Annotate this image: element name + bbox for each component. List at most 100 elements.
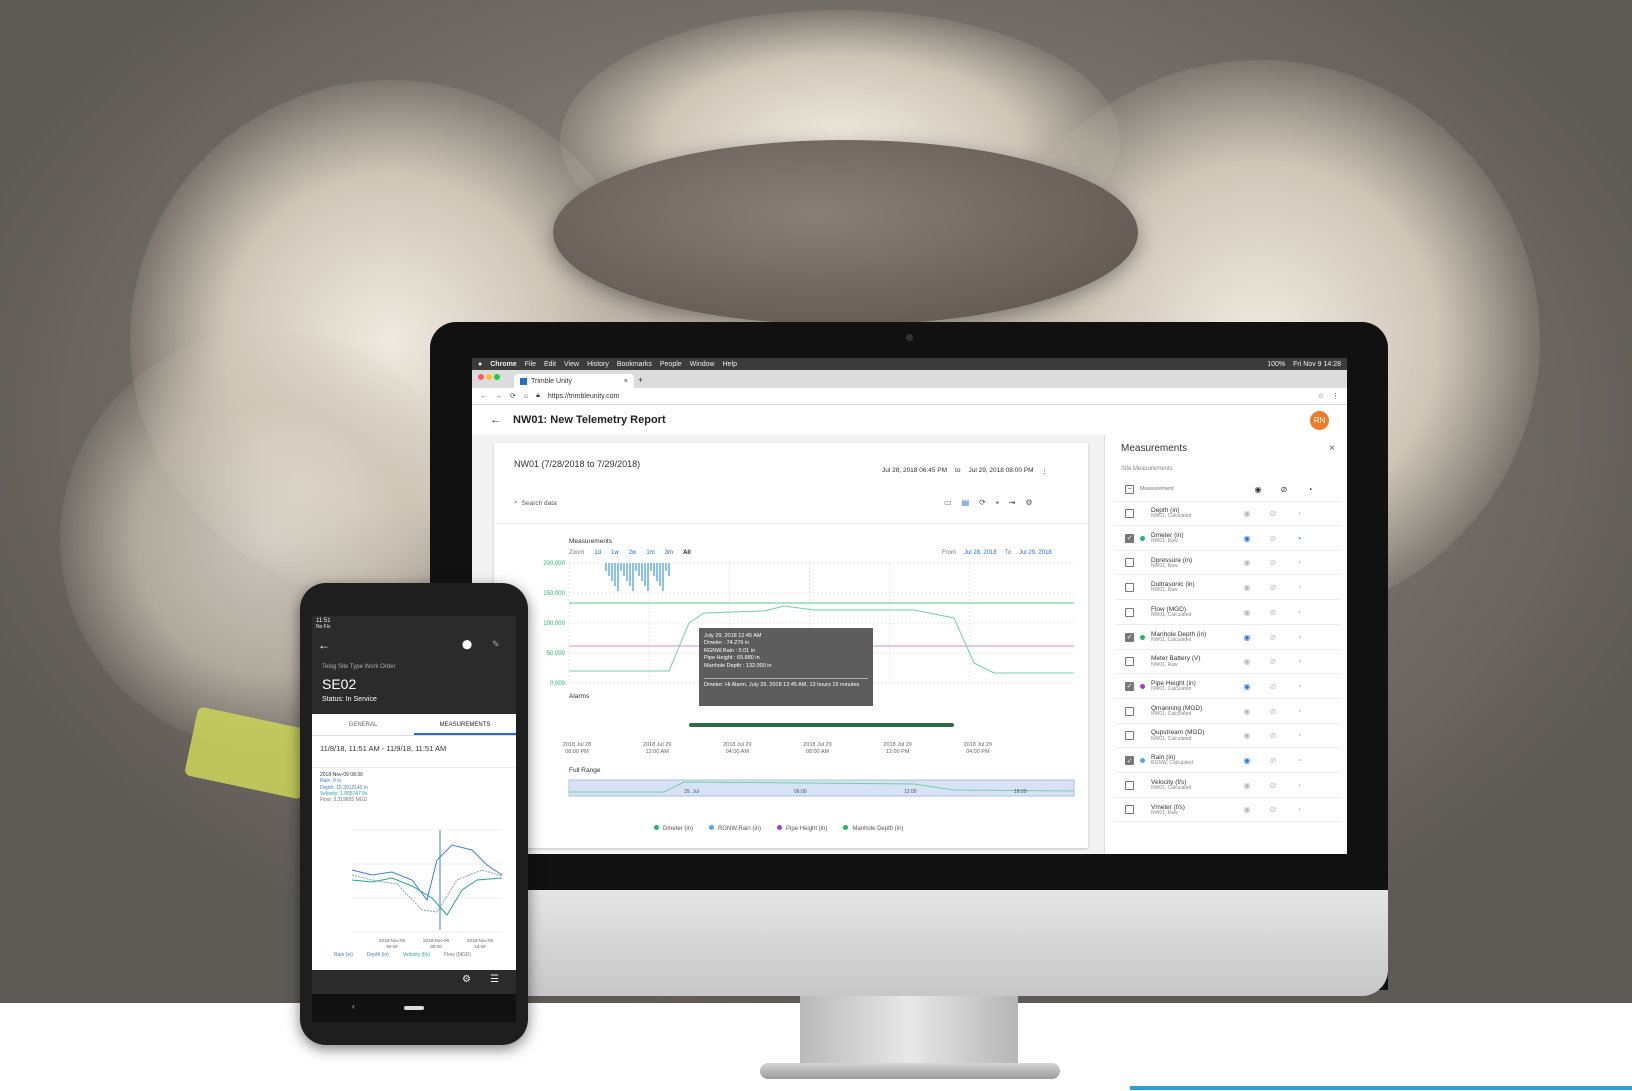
- back-icon[interactable]: ←: [480, 393, 487, 400]
- eye-icon[interactable]: ◉: [1248, 485, 1268, 494]
- home-icon[interactable]: ⌂: [524, 393, 528, 400]
- browser-tab[interactable]: Trimble Unity ×: [514, 374, 634, 388]
- telemetry-chart[interactable]: 200.000 150.000 100.000 50.000 0.000 2018 Jul…: [494, 558, 1088, 854]
- refresh-icon[interactable]: ⟳: [979, 498, 986, 507]
- legend-item[interactable]: RGNW.Rain (in): [709, 825, 761, 832]
- measurement-checkbox[interactable]: [1125, 583, 1134, 593]
- bell-icon[interactable]: ◔: [1289, 682, 1309, 691]
- bell-icon[interactable]: ◔: [1289, 633, 1309, 642]
- bell-icon[interactable]: ◔: [1289, 781, 1309, 790]
- measurement-row[interactable]: ✓ Pipe Height (in) NW01, Calculated ◉ ⊘ ◔: [1115, 675, 1340, 699]
- apple-icon[interactable]: ●: [478, 361, 482, 368]
- hide-icon[interactable]: ⊘: [1263, 583, 1283, 592]
- menu-item[interactable]: People: [660, 361, 682, 368]
- chart-view-icon[interactable]: ▤: [962, 498, 970, 507]
- hide-icon[interactable]: ⊘: [1263, 731, 1283, 740]
- bell-icon[interactable]: ◔: [1289, 509, 1309, 518]
- menu-item[interactable]: View: [564, 361, 579, 368]
- eye-icon[interactable]: ◉: [1237, 633, 1257, 642]
- bell-icon[interactable]: ◔: [1289, 608, 1309, 617]
- bell-icon[interactable]: ◔: [1289, 657, 1309, 666]
- measurement-checkbox[interactable]: [1125, 509, 1134, 518]
- measurement-checkbox[interactable]: ✓: [1125, 533, 1134, 543]
- measurement-checkbox[interactable]: [1125, 706, 1134, 716]
- measurement-row[interactable]: Qmanning (MGD) NW01, Calculated ◉ ⊘ ◔: [1115, 700, 1340, 724]
- measurement-row[interactable]: Qupstream (MGD) NW01, Calculated ◉ ⊘ ◔: [1115, 724, 1340, 749]
- bell-icon[interactable]: ◔: [1289, 558, 1309, 567]
- measurement-checkbox[interactable]: [1125, 558, 1134, 568]
- zoom-option[interactable]: 1w: [611, 550, 619, 556]
- search-input[interactable]: Search data: [522, 500, 557, 507]
- hide-icon[interactable]: ⊘: [1263, 707, 1283, 716]
- zoom-option[interactable]: 2w: [629, 550, 637, 556]
- star-icon[interactable]: ☆: [1318, 392, 1324, 400]
- eye-icon[interactable]: ◉: [1237, 781, 1257, 790]
- menu-item[interactable]: File: [525, 361, 536, 368]
- hide-icon[interactable]: ⊘: [1263, 509, 1283, 518]
- bell-icon[interactable]: ◔: [1289, 756, 1309, 765]
- table-view-icon[interactable]: ▭: [944, 498, 952, 507]
- legend-item[interactable]: Pipe Height (in): [777, 825, 827, 832]
- menu-item[interactable]: Window: [690, 361, 715, 368]
- browser-menu-icon[interactable]: ⋮: [1332, 392, 1339, 400]
- measurement-row[interactable]: ✓ Rain (in) RGNW, Calculated ◉ ⊘ ◔: [1115, 749, 1340, 773]
- measurement-checkbox[interactable]: ✓: [1125, 632, 1134, 642]
- bell-icon[interactable]: ◔: [1289, 707, 1309, 716]
- measurement-checkbox[interactable]: [1125, 805, 1134, 815]
- edit-icon[interactable]: ✎: [492, 639, 500, 650]
- tab-general[interactable]: GENERAL: [312, 714, 414, 735]
- eye-icon[interactable]: ◉: [1237, 805, 1257, 814]
- hide-icon[interactable]: ⊘: [1263, 633, 1283, 642]
- bell-icon[interactable]: ◔: [1289, 583, 1309, 592]
- eye-icon[interactable]: ◉: [1237, 534, 1257, 543]
- hide-icon[interactable]: ⊘: [1263, 657, 1283, 666]
- new-tab-icon[interactable]: +: [638, 375, 643, 385]
- measurement-row[interactable]: Vmeter (f/s) NW01, Raw ◉ ⊘ ◔: [1115, 798, 1340, 823]
- url-field[interactable]: https://trimbleunity.com: [548, 393, 619, 400]
- export-icon[interactable]: ⇥: [1009, 498, 1016, 507]
- close-icon[interactable]: ×: [1329, 443, 1335, 454]
- measurement-row[interactable]: Dpressure (in) NW01, Raw ◉ ⊘ ◔: [1115, 551, 1340, 576]
- measurement-row[interactable]: Velocity (f/s) NW01, Calculated ◉ ⊘ ◔: [1115, 774, 1340, 798]
- zoom-option[interactable]: 1d: [594, 550, 601, 556]
- more-icon[interactable]: ⋮: [1042, 467, 1049, 475]
- back-arrow-icon[interactable]: ←: [490, 414, 501, 426]
- measurement-checkbox[interactable]: [1125, 780, 1134, 790]
- settings-icon[interactable]: ⚙: [1025, 498, 1032, 507]
- measurement-row[interactable]: Flow (MGD) NW01, Calculated ◉ ⊘ ◔: [1115, 601, 1340, 625]
- measurement-row[interactable]: ✓ Dmeter (in) NW01, Raw ◉ ⊘ ◔: [1115, 527, 1340, 551]
- to-date[interactable]: Jul 29, 2018: [1019, 550, 1052, 556]
- reload-icon[interactable]: ⟳: [510, 392, 516, 400]
- zoom-option[interactable]: All: [683, 550, 691, 556]
- menu-app-name[interactable]: Chrome: [490, 361, 516, 368]
- bell-icon[interactable]: ◔: [1289, 731, 1309, 740]
- menu-item[interactable]: History: [587, 361, 609, 368]
- menu-item[interactable]: Edit: [544, 361, 556, 368]
- hide-icon[interactable]: ⊘: [1274, 485, 1294, 494]
- eye-icon[interactable]: ◉: [1237, 756, 1257, 765]
- from-date[interactable]: Jul 28, 2018: [964, 550, 997, 556]
- measurement-row[interactable]: Meter Battery (V) NW01, Raw ◉ ⊘ ◔: [1115, 650, 1340, 675]
- hide-icon[interactable]: ⊘: [1263, 682, 1283, 691]
- back-arrow-icon[interactable]: ←: [318, 638, 330, 652]
- nav-home-icon[interactable]: [404, 1006, 424, 1010]
- eye-icon[interactable]: ◉: [1237, 682, 1257, 691]
- measurement-checkbox[interactable]: [1125, 731, 1134, 741]
- bell-icon[interactable]: ◔: [1289, 534, 1309, 543]
- measurement-row[interactable]: Depth (in) NW01, Calculated ◉ ⊘ ◔: [1115, 502, 1340, 526]
- forward-icon[interactable]: →: [495, 393, 502, 400]
- eye-icon[interactable]: ◉: [1237, 558, 1257, 567]
- date-to[interactable]: Jul 29, 2018 08:00 PM: [968, 467, 1033, 475]
- measurement-checkbox[interactable]: [1125, 607, 1134, 617]
- search-icon[interactable]: ⌕: [514, 499, 518, 507]
- hide-icon[interactable]: ⊘: [1263, 781, 1283, 790]
- eye-icon[interactable]: ◉: [1237, 731, 1257, 740]
- select-all-checkbox[interactable]: −: [1125, 485, 1134, 494]
- menu-item[interactable]: Help: [723, 361, 737, 368]
- eye-icon[interactable]: ◉: [1237, 583, 1257, 592]
- hide-icon[interactable]: ⊘: [1263, 805, 1283, 814]
- measurement-checkbox[interactable]: ✓: [1125, 681, 1134, 691]
- bell-icon[interactable]: ◔: [1300, 485, 1320, 494]
- zoom-option[interactable]: 3m: [665, 550, 673, 556]
- eye-icon[interactable]: ◉: [1237, 657, 1257, 666]
